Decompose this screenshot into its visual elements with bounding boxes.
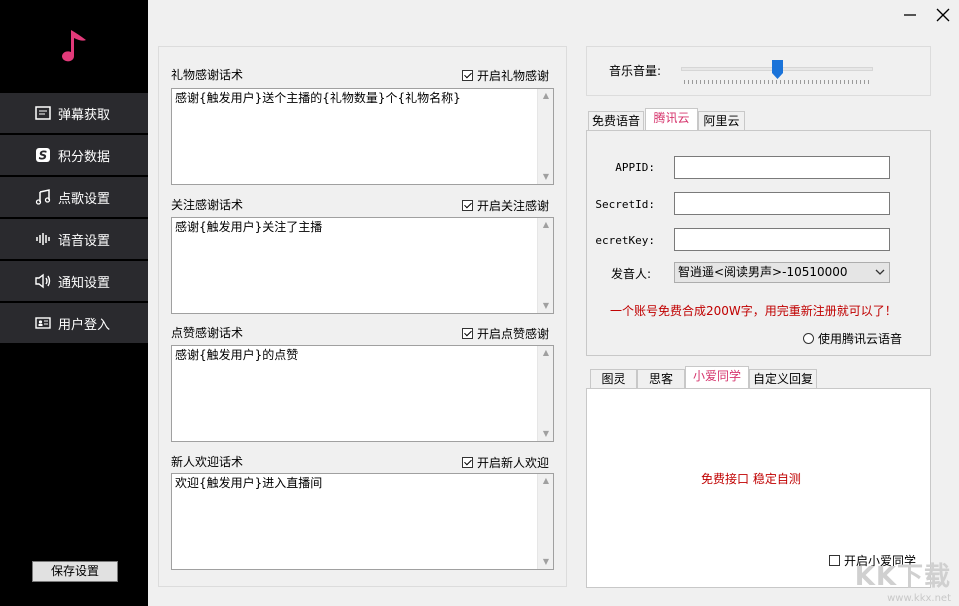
gift-thanks-textarea[interactable]: 感谢{触发用户}送个主播的{礼物数量}个{礼物名称} ▲ ▼ xyxy=(171,88,554,185)
checkbox-label: 开启关注感谢 xyxy=(477,199,550,213)
textarea-text: 欢迎{触发用户}进入直播间 xyxy=(175,476,323,490)
textarea-text: 感谢{触发用户}关注了主播 xyxy=(175,220,323,234)
tab-custom-reply[interactable]: 自定义回复 xyxy=(749,369,817,389)
newcomer-welcome-title: 新人欢迎话术 xyxy=(171,455,244,469)
screen-icon xyxy=(34,104,52,122)
like-thanks-checkbox[interactable]: 开启点赞感谢 xyxy=(462,325,549,342)
secretid-input[interactable] xyxy=(674,192,890,215)
tab-aliyun[interactable]: 阿里云 xyxy=(698,111,745,131)
checkbox-label: 开启点赞感谢 xyxy=(477,327,550,341)
sidebar-item-label: 用户登入 xyxy=(58,317,111,333)
speech-templates-panel: 礼物感谢话术 开启礼物感谢 感谢{触发用户}送个主播的{礼物数量}个{礼物名称}… xyxy=(158,46,567,587)
checkbox-box[interactable] xyxy=(462,328,473,339)
sidebar-item-label: 通知设置 xyxy=(58,275,111,291)
watermark-url: www.kkx.net xyxy=(887,593,951,604)
scroll-up-icon[interactable]: ▲ xyxy=(538,218,554,232)
radio-label: 使用腾讯云语音 xyxy=(818,332,903,346)
sidebar-item-label: 弹幕获取 xyxy=(58,107,111,123)
follow-thanks-title: 关注感谢话术 xyxy=(171,198,244,212)
close-icon[interactable] xyxy=(933,5,953,25)
secretid-label: SecretId: xyxy=(595,198,655,211)
sidebar-item-login[interactable]: 用户登入 xyxy=(0,303,148,343)
checkbox-label: 开启新人欢迎 xyxy=(477,456,550,470)
like-thanks-textarea[interactable]: 感谢{触发用户}的点赞 ▲ ▼ xyxy=(171,345,554,442)
tab-tuling[interactable]: 图灵 xyxy=(590,369,637,389)
sidebar-item-danmu[interactable]: 弹幕获取 xyxy=(0,93,148,133)
sidebar-item-label: 积分数据 xyxy=(58,149,111,165)
sidebar-nav: 弹幕获取 S 积分数据 点歌设置 语音设置 通知设置 用户登入 xyxy=(0,93,148,345)
music-note-logo-icon xyxy=(62,30,86,62)
sidebar-item-notify[interactable]: 通知设置 xyxy=(0,261,148,301)
volume-label: 音乐音量: xyxy=(609,64,662,78)
secretkey-input[interactable] xyxy=(674,228,890,251)
speaker-icon xyxy=(34,272,52,290)
gift-thanks-checkbox[interactable]: 开启礼物感谢 xyxy=(462,67,549,84)
appid-label: APPID: xyxy=(615,161,655,174)
speaker-label: 发音人: xyxy=(611,267,652,281)
tencent-cloud-tab-page: APPID: SecretId: ecretKey: 发音人: 智逍遥<阅读男声… xyxy=(586,130,931,356)
sidebar-item-song[interactable]: 点歌设置 xyxy=(0,177,148,217)
tab-sike[interactable]: 思客 xyxy=(637,369,685,389)
volume-panel: 音乐音量: xyxy=(586,46,931,96)
svg-text:S: S xyxy=(39,149,48,163)
checkbox-label: 开启礼物感谢 xyxy=(477,69,550,83)
watermark: KK下载 www.kkx.net xyxy=(855,556,951,604)
use-tencent-voice-radio[interactable]: 使用腾讯云语音 xyxy=(803,330,902,347)
chevron-down-icon[interactable] xyxy=(875,269,885,276)
scrollbar[interactable]: ▲ ▼ xyxy=(537,89,553,184)
sidebar-item-points[interactable]: S 积分数据 xyxy=(0,135,148,175)
newcomer-welcome-checkbox[interactable]: 开启新人欢迎 xyxy=(462,454,549,471)
music-note-icon xyxy=(34,188,52,206)
scroll-down-icon[interactable]: ▼ xyxy=(538,299,554,313)
gift-thanks-title: 礼物感谢话术 xyxy=(171,68,244,82)
like-thanks-title: 点赞感谢话术 xyxy=(171,326,244,340)
checkbox-box[interactable] xyxy=(462,70,473,81)
tab-free-voice[interactable]: 免费语音 xyxy=(588,111,644,131)
speaker-selected-value: 智逍遥<阅读男声>-10510000 xyxy=(678,265,848,279)
scrollbar[interactable]: ▲ ▼ xyxy=(537,474,553,569)
s-logo-icon: S xyxy=(34,146,52,164)
tab-tencent-cloud[interactable]: 腾讯云 xyxy=(645,108,698,131)
radio-circle[interactable] xyxy=(803,333,814,344)
tab-xiaoai[interactable]: 小爱同学 xyxy=(685,366,749,389)
id-card-icon xyxy=(34,314,52,332)
xiaoai-notice: 免费接口 稳定自测 xyxy=(701,472,801,486)
newcomer-welcome-textarea[interactable]: 欢迎{触发用户}进入直播间 ▲ ▼ xyxy=(171,473,554,570)
sidebar-item-label: 点歌设置 xyxy=(58,191,111,207)
scroll-down-icon[interactable]: ▼ xyxy=(538,170,554,184)
follow-thanks-checkbox[interactable]: 开启关注感谢 xyxy=(462,197,549,214)
waveform-icon xyxy=(34,230,52,248)
sidebar-item-voice[interactable]: 语音设置 xyxy=(0,219,148,259)
textarea-text: 感谢{触发用户}送个主播的{礼物数量}个{礼物名称} xyxy=(175,91,461,105)
follow-thanks-textarea[interactable]: 感谢{触发用户}关注了主播 ▲ ▼ xyxy=(171,217,554,314)
scroll-down-icon[interactable]: ▼ xyxy=(538,427,554,441)
sidebar: 弹幕获取 S 积分数据 点歌设置 语音设置 通知设置 用户登入 保存设置 xyxy=(0,0,148,606)
sidebar-item-label: 语音设置 xyxy=(58,233,111,249)
volume-slider-thumb[interactable] xyxy=(771,60,783,79)
slider-ticks xyxy=(684,80,869,84)
speaker-select[interactable]: 智逍遥<阅读男声>-10510000 xyxy=(674,262,890,283)
checkbox-box[interactable] xyxy=(829,555,840,566)
scroll-up-icon[interactable]: ▲ xyxy=(538,89,554,103)
appid-input[interactable] xyxy=(674,156,890,179)
checkbox-box[interactable] xyxy=(462,200,473,211)
watermark-text: KK下载 xyxy=(854,562,951,592)
scroll-up-icon[interactable]: ▲ xyxy=(538,346,554,360)
secretkey-label: ecretKey: xyxy=(595,234,655,247)
minimize-icon[interactable] xyxy=(900,5,920,25)
scroll-up-icon[interactable]: ▲ xyxy=(538,474,554,488)
scroll-down-icon[interactable]: ▼ xyxy=(538,555,554,569)
textarea-text: 感谢{触发用户}的点赞 xyxy=(175,348,299,362)
save-settings-button[interactable]: 保存设置 xyxy=(32,561,118,582)
tencent-notice: 一个账号免费合成200W字，用完重新注册就可以了！ xyxy=(610,304,897,318)
scrollbar[interactable]: ▲ ▼ xyxy=(537,218,553,313)
checkbox-box[interactable] xyxy=(462,457,473,468)
scrollbar[interactable]: ▲ ▼ xyxy=(537,346,553,441)
